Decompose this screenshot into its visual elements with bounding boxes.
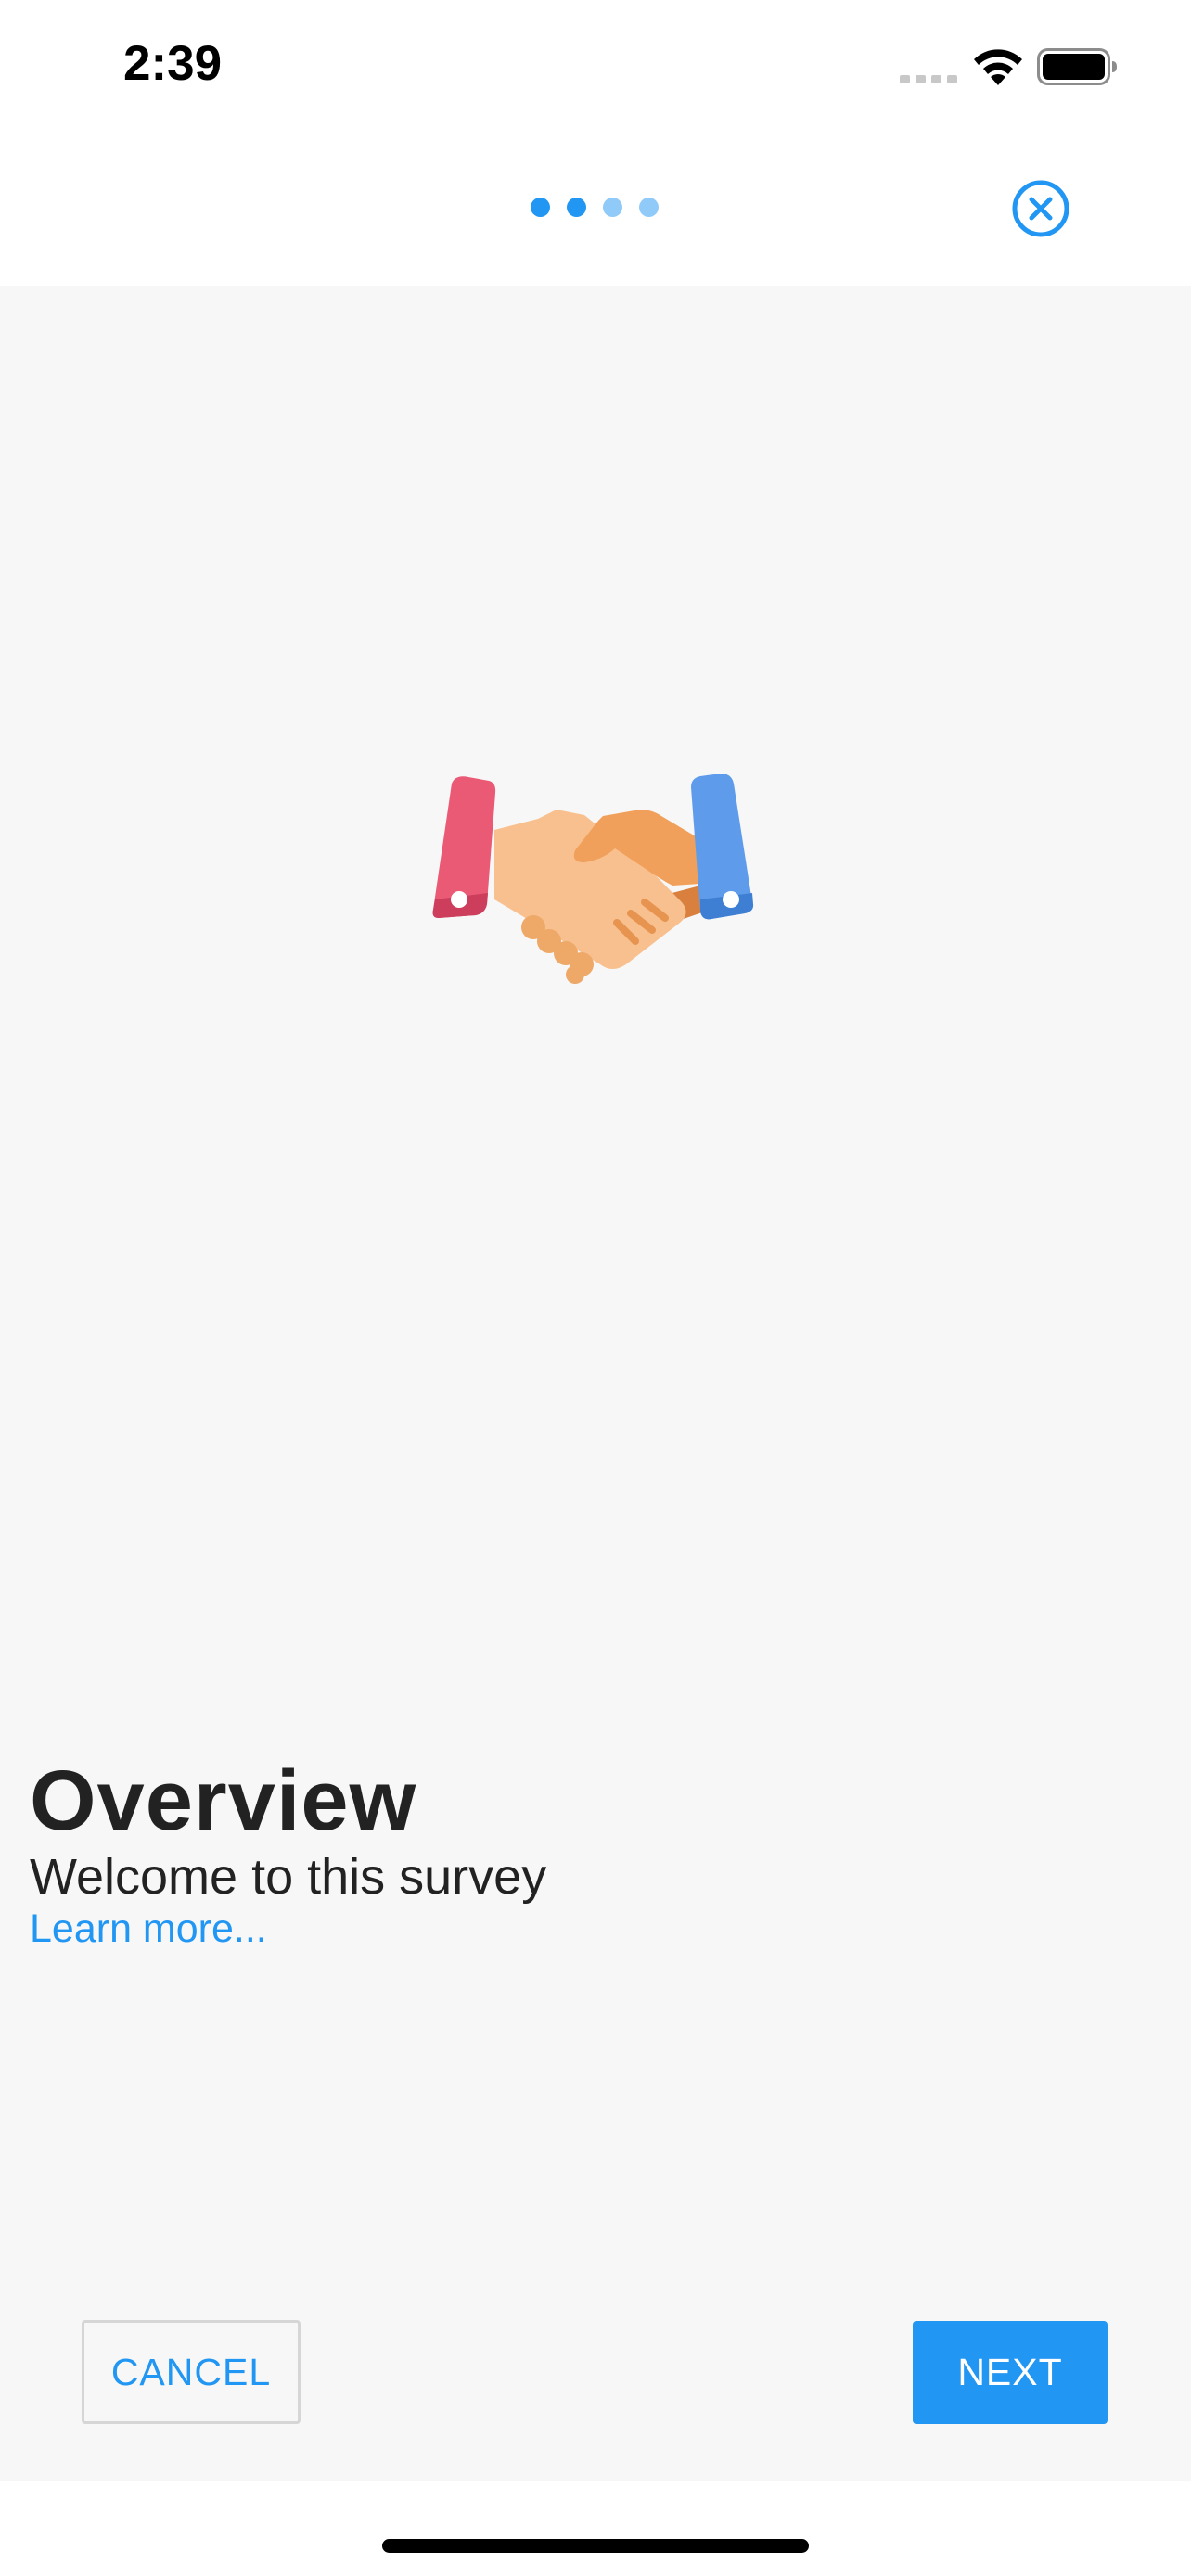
wifi-icon	[974, 49, 1022, 85]
signal-icon	[900, 75, 957, 83]
learn-more-link[interactable]: Learn more...	[30, 1906, 267, 1952]
status-bar: 2:39	[0, 0, 1191, 139]
status-time: 2:39	[123, 36, 223, 91]
page-indicator	[531, 198, 659, 218]
page-dot	[567, 198, 586, 217]
close-icon[interactable]	[1011, 179, 1070, 238]
home-indicator	[382, 2539, 809, 2553]
page-dot	[639, 198, 659, 217]
cancel-button[interactable]: CANCEL	[82, 2320, 301, 2424]
page-dot	[603, 198, 622, 217]
page-title: Overview	[30, 1753, 417, 1848]
page-subtitle: Welcome to this survey	[30, 1849, 547, 1905]
survey-content	[0, 286, 1191, 2481]
page-dot	[531, 198, 550, 217]
next-button[interactable]: NEXT	[913, 2321, 1108, 2424]
battery-icon	[1037, 48, 1117, 85]
handshake-icon	[432, 774, 754, 984]
